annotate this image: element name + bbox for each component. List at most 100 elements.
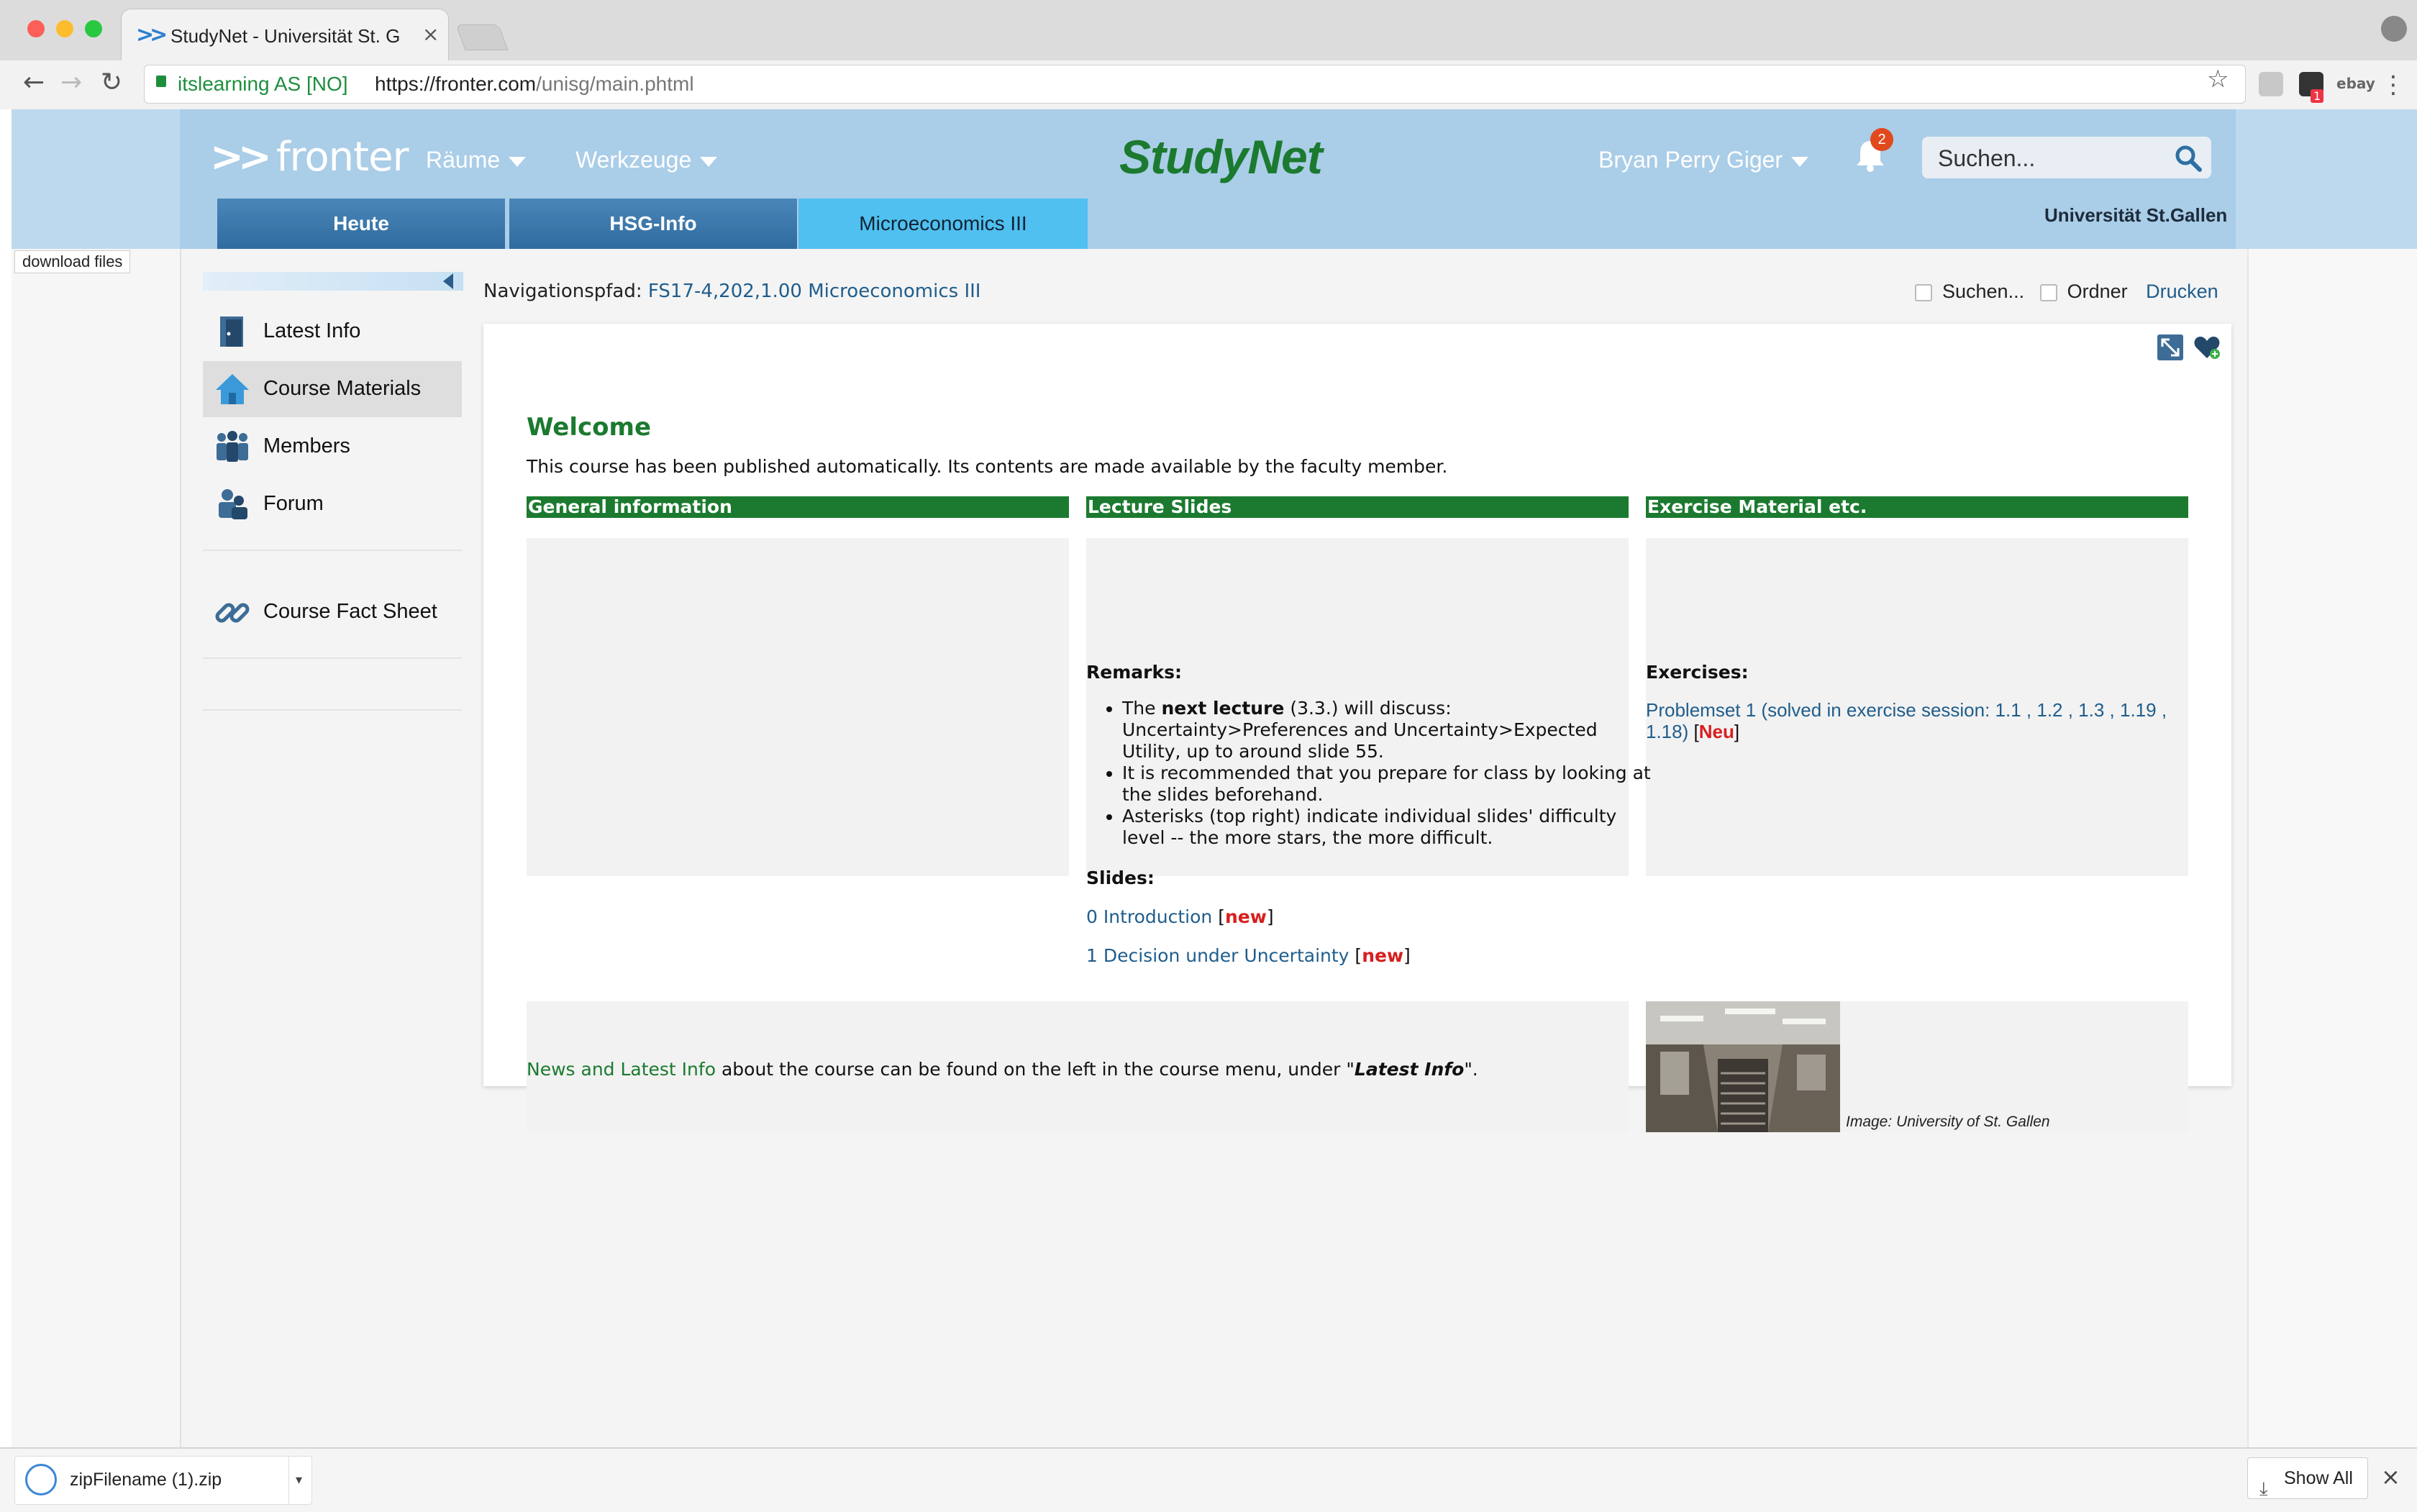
news-text-italic: Latest Info — [1354, 1059, 1465, 1080]
header-margin-left — [12, 109, 180, 249]
print-link[interactable]: Drucken — [2146, 281, 2218, 302]
new-tab-button[interactable] — [455, 24, 509, 50]
sidebar-item-latest-info[interactable]: Latest Info — [203, 304, 462, 360]
studynet-logo[interactable]: StudyNet — [1119, 129, 1323, 184]
url-path: /unisg/main.phtml — [536, 73, 694, 95]
new-badge: new — [1224, 906, 1267, 927]
sidebar-item-course-materials[interactable]: Course Materials — [203, 361, 462, 417]
remark-bold: next lecture — [1161, 698, 1285, 719]
back-arrow-icon[interactable]: ← — [23, 68, 45, 97]
fronter-logo[interactable]: >> fronter — [210, 134, 409, 181]
tab-hsg-info[interactable]: HSG-Info — [509, 199, 797, 249]
home-icon — [216, 374, 249, 404]
expand-icon[interactable] — [2157, 334, 2184, 361]
sidebar-item-forum[interactable]: Forum — [203, 476, 462, 532]
tab-close-icon[interactable]: × — [422, 22, 439, 46]
rooms-menu-label: Räume — [426, 147, 501, 173]
list-item: The next lecture (3.3.) will discuss: Un… — [1122, 698, 1654, 762]
lock-icon — [156, 76, 166, 87]
window-minimize-button[interactable] — [56, 20, 73, 37]
exercise-material-header: Exercise Material etc. — [1646, 496, 2188, 518]
close-icon[interactable]: × — [2381, 1463, 2400, 1490]
browser-profile-icon[interactable] — [2381, 16, 2407, 42]
left-margin — [12, 249, 181, 1447]
url-text: https://fronter.com/unisg/main.phtml — [375, 73, 694, 96]
tab-heute[interactable]: Heute — [217, 199, 505, 249]
forum-icon — [219, 489, 247, 519]
sidebar-collapse-bar[interactable] — [203, 272, 463, 291]
browser-tab[interactable]: >> StudyNet - Universität St. Gallen × — [121, 9, 449, 61]
remarks-heading: Remarks: — [1086, 662, 1182, 683]
window-close-button[interactable] — [27, 20, 45, 37]
header-margin-right — [2236, 109, 2417, 249]
bracket: ] — [1403, 945, 1411, 966]
news-link[interactable]: News and Latest Info — [527, 1059, 716, 1080]
address-bar[interactable]: itslearning AS [NO] https://fronter.com/… — [144, 65, 2246, 104]
sidebar-item-label: Members — [263, 434, 350, 457]
search-input[interactable] — [1936, 142, 2170, 174]
slides-heading: Slides: — [1086, 867, 1155, 888]
collapse-arrow-icon[interactable] — [443, 273, 453, 289]
bracket: [ — [1693, 721, 1699, 742]
ebay-extension-icon[interactable]: ebay — [2336, 75, 2375, 92]
problemset-item: Problemset 1 (solved in exercise session… — [1646, 699, 2178, 742]
rooms-menu[interactable]: Räume — [426, 147, 527, 173]
door-icon — [220, 316, 243, 347]
chevron-down-icon — [1791, 156, 1809, 167]
tools-menu[interactable]: Werkzeuge — [575, 147, 718, 173]
extension-icon[interactable] — [2259, 72, 2283, 96]
content-panel: Welcome This course has been published a… — [483, 324, 2231, 1132]
favorite-heart-icon[interactable] — [2193, 334, 2221, 361]
slide-item: 0 Introduction [new] — [1086, 906, 1274, 927]
browser-tab-title: StudyNet - Universität St. Gallen — [170, 25, 401, 47]
remarks-list: The next lecture (3.3.) will discuss: Un… — [1086, 698, 1654, 849]
sidebar-item-course-fact-sheet[interactable]: Course Fact Sheet — [203, 584, 462, 640]
search-icon[interactable] — [2174, 144, 2203, 173]
site-identity-label[interactable]: itslearning AS [NO] — [178, 73, 348, 96]
folder-checkbox[interactable] — [2039, 283, 2057, 301]
sidebar-item-members[interactable]: Members — [203, 419, 462, 475]
chevron-down-icon[interactable]: ▾ — [296, 1472, 302, 1488]
lecture-slides-header: Lecture Slides — [1086, 496, 1629, 518]
fronter-logo-arrows: >> — [210, 134, 272, 181]
general-info-box — [527, 538, 1069, 876]
chevron-down-icon — [509, 156, 527, 167]
bracket: ] — [1266, 906, 1274, 927]
campus-stairwell-image — [1646, 1001, 1840, 1132]
bookmark-star-icon[interactable]: ☆ — [2207, 65, 2229, 94]
exercises-heading: Exercises: — [1646, 662, 1749, 683]
tools-menu-label: Werkzeuge — [575, 147, 692, 173]
bracket: [ — [1218, 906, 1225, 927]
intro-text: This course has been published automatic… — [527, 456, 1448, 477]
slide-link[interactable]: 0 Introduction — [1086, 906, 1212, 927]
download-item[interactable]: zipFilename (1).zip ▾ — [14, 1456, 312, 1505]
slide-link[interactable]: 1 Decision under Uncertainty — [1086, 945, 1349, 966]
image-caption: Image: University of St. Gallen — [1846, 1113, 2050, 1130]
right-margin — [2247, 249, 2417, 1447]
user-menu[interactable]: Bryan Perry Giger — [1598, 147, 1809, 173]
search-checkbox[interactable] — [1915, 283, 1932, 301]
browser-menu-icon[interactable]: ⋮ — [2381, 70, 2405, 99]
page-actions: Suchen... Ordner Drucken — [1915, 281, 2218, 303]
user-name: Bryan Perry Giger — [1598, 147, 1783, 173]
folder-checkbox-label: Ordner — [2067, 281, 2128, 302]
window-maximize-button[interactable] — [85, 20, 102, 37]
problemset-link[interactable]: Problemset 1 — [1646, 699, 1756, 721]
bracket: [ — [1355, 945, 1362, 966]
breadcrumb-link[interactable]: FS17-4,202,1.00 Microeconomics III — [648, 281, 981, 302]
sidebar-divider — [203, 657, 462, 659]
university-label: Universität St.Gallen — [2044, 204, 2228, 226]
reload-icon[interactable]: ↻ — [101, 68, 122, 97]
download-files-button[interactable]: download files — [14, 250, 131, 273]
tab-microeconomics[interactable]: Microeconomics III — [798, 199, 1088, 249]
news-text: News and Latest Info about the course ca… — [527, 1059, 1478, 1080]
browser-tab-bar: >> StudyNet - Universität St. Gallen × — [0, 0, 2417, 61]
forward-arrow-icon[interactable]: → — [60, 68, 82, 97]
sidebar-item-label: Latest Info — [263, 319, 361, 342]
site-search — [1922, 137, 2211, 178]
chevron-down-icon — [700, 156, 718, 167]
show-all-button[interactable]: ⤓ Show All — [2247, 1457, 2368, 1499]
search-checkbox-label: Suchen... — [1942, 281, 2025, 302]
slide-item: 1 Decision under Uncertainty [new] — [1086, 945, 1411, 966]
bracket: ] — [1734, 721, 1740, 742]
